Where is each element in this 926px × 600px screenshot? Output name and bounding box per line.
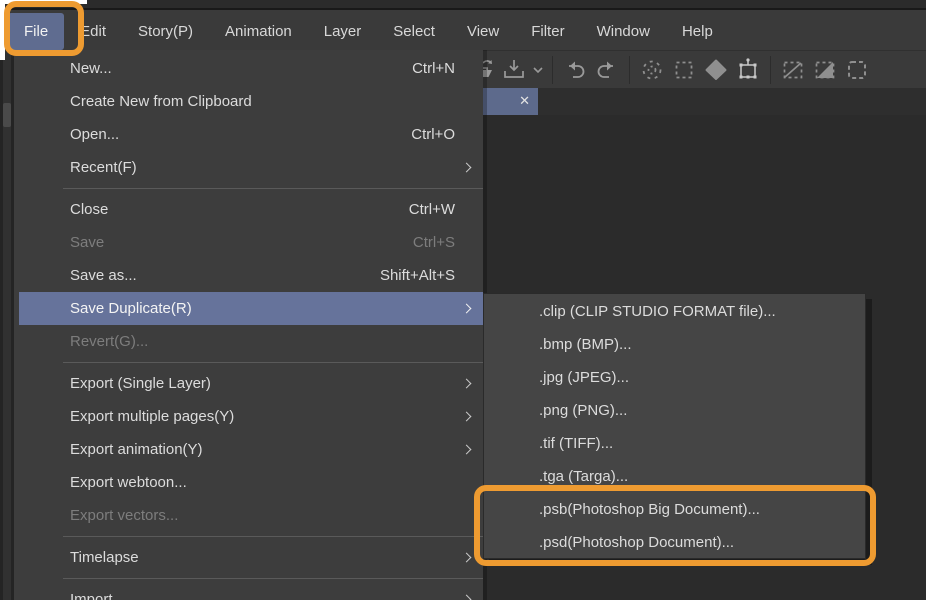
toolbar-divider	[629, 56, 630, 84]
menu-separator	[63, 578, 483, 579]
submenu-item-clip[interactable]: .clip (CLIP STUDIO FORMAT file)...	[484, 295, 865, 328]
menu-item-new[interactable]: New... Ctrl+N	[14, 52, 483, 85]
undo-button[interactable]	[559, 55, 591, 85]
file-dropdown-menu: New... Ctrl+N Create New from Clipboard …	[14, 50, 483, 600]
menu-item-export-multiple-pages[interactable]: Export multiple pages(Y)	[14, 400, 483, 433]
submenu-arrow-icon	[462, 163, 472, 173]
save-options-button[interactable]	[530, 55, 546, 85]
menubar-item-layer[interactable]: Layer	[308, 13, 378, 50]
submenu-arrow-icon	[462, 379, 472, 389]
submenu-item-psd[interactable]: .psd(Photoshop Document)...	[484, 526, 865, 559]
menu-item-close[interactable]: Close Ctrl+W	[14, 193, 483, 226]
menu-separator	[63, 362, 483, 363]
menubar-item-story[interactable]: Story(P)	[122, 13, 209, 50]
menu-item-import[interactable]: Import	[14, 583, 483, 600]
deselect-button[interactable]	[636, 55, 668, 85]
submenu-arrow-icon	[462, 412, 472, 422]
fill-icon	[703, 57, 729, 83]
reselect-icon	[671, 57, 697, 83]
titlebar-edge	[0, 0, 926, 10]
deselect-icon	[639, 57, 665, 83]
submenu-item-bmp[interactable]: .bmp (BMP)...	[484, 328, 865, 361]
menubar-item-select[interactable]: Select	[377, 13, 451, 50]
menu-item-save-duplicate[interactable]: Save Duplicate(R)	[19, 292, 483, 325]
menu-item-save[interactable]: Save Ctrl+S	[14, 226, 483, 259]
transform-icon	[735, 57, 761, 83]
menubar-item-view[interactable]: View	[451, 13, 515, 50]
side-toolbar-handle[interactable]	[3, 103, 11, 127]
menu-separator	[63, 188, 483, 189]
save-duplicate-submenu: .clip (CLIP STUDIO FORMAT file)... .bmp …	[483, 293, 866, 559]
page-corner-background	[0, 0, 87, 4]
menu-item-export-animation[interactable]: Export animation(Y)	[14, 433, 483, 466]
menu-item-save-as[interactable]: Save as... Shift+Alt+S	[14, 259, 483, 292]
menu-separator	[63, 536, 483, 537]
menubar-item-help[interactable]: Help	[666, 13, 729, 50]
page-corner-background	[0, 0, 5, 60]
undo-icon	[562, 57, 588, 83]
fill-button[interactable]	[700, 55, 732, 85]
chevron-down-icon	[532, 64, 544, 76]
selection-area-icon	[844, 57, 870, 83]
menu-bar: File Edit Story(P) Animation Layer Selec…	[0, 10, 926, 50]
menubar-item-filter[interactable]: Filter	[515, 13, 580, 50]
mask-button[interactable]	[809, 55, 841, 85]
close-tab-icon[interactable]: ✕	[519, 93, 530, 109]
redo-button[interactable]	[591, 55, 623, 85]
menu-item-open[interactable]: Open... Ctrl+O	[14, 118, 483, 151]
submenu-arrow-icon	[462, 595, 472, 600]
selection-area-button[interactable]	[841, 55, 873, 85]
menubar-item-file[interactable]: File	[8, 13, 64, 50]
menubar-item-edit[interactable]: Edit	[64, 13, 122, 50]
submenu-arrow-icon	[462, 445, 472, 455]
side-toolbar-column	[3, 50, 11, 600]
redo-icon	[594, 57, 620, 83]
clear-selection-icon	[780, 57, 806, 83]
submenu-arrow-icon	[462, 304, 472, 314]
clip-studio-paint-window: File Edit Story(P) Animation Layer Selec…	[0, 0, 926, 600]
clear-selection-border-button[interactable]	[777, 55, 809, 85]
menu-item-export-webtoon[interactable]: Export webtoon...	[14, 466, 483, 499]
menubar-item-window[interactable]: Window	[581, 13, 666, 50]
submenu-arrow-icon	[462, 553, 472, 563]
submenu-item-tga[interactable]: .tga (Targa)...	[484, 460, 865, 493]
submenu-item-psb[interactable]: .psb(Photoshop Big Document)...	[484, 493, 865, 526]
menu-item-create-new-from-clipboard[interactable]: Create New from Clipboard	[14, 85, 483, 118]
mask-icon	[812, 57, 838, 83]
menubar-item-animation[interactable]: Animation	[209, 13, 308, 50]
submenu-item-png[interactable]: .png (PNG)...	[484, 394, 865, 427]
menu-item-recent[interactable]: Recent(F)	[14, 151, 483, 184]
transform-button[interactable]	[732, 55, 764, 85]
save-button[interactable]	[498, 55, 530, 85]
side-toolbar-edge	[0, 50, 14, 600]
menu-item-revert[interactable]: Revert(G)...	[14, 325, 483, 358]
menu-item-export-single-layer[interactable]: Export (Single Layer)	[14, 367, 483, 400]
menu-item-timelapse[interactable]: Timelapse	[14, 541, 483, 574]
save-icon	[501, 57, 527, 83]
toolbar-divider	[552, 56, 553, 84]
reselect-button[interactable]	[668, 55, 700, 85]
submenu-item-jpg[interactable]: .jpg (JPEG)...	[484, 361, 865, 394]
submenu-item-tif[interactable]: .tif (TIFF)...	[484, 427, 865, 460]
menu-item-export-vectors[interactable]: Export vectors...	[14, 499, 483, 532]
toolbar-divider	[770, 56, 771, 84]
